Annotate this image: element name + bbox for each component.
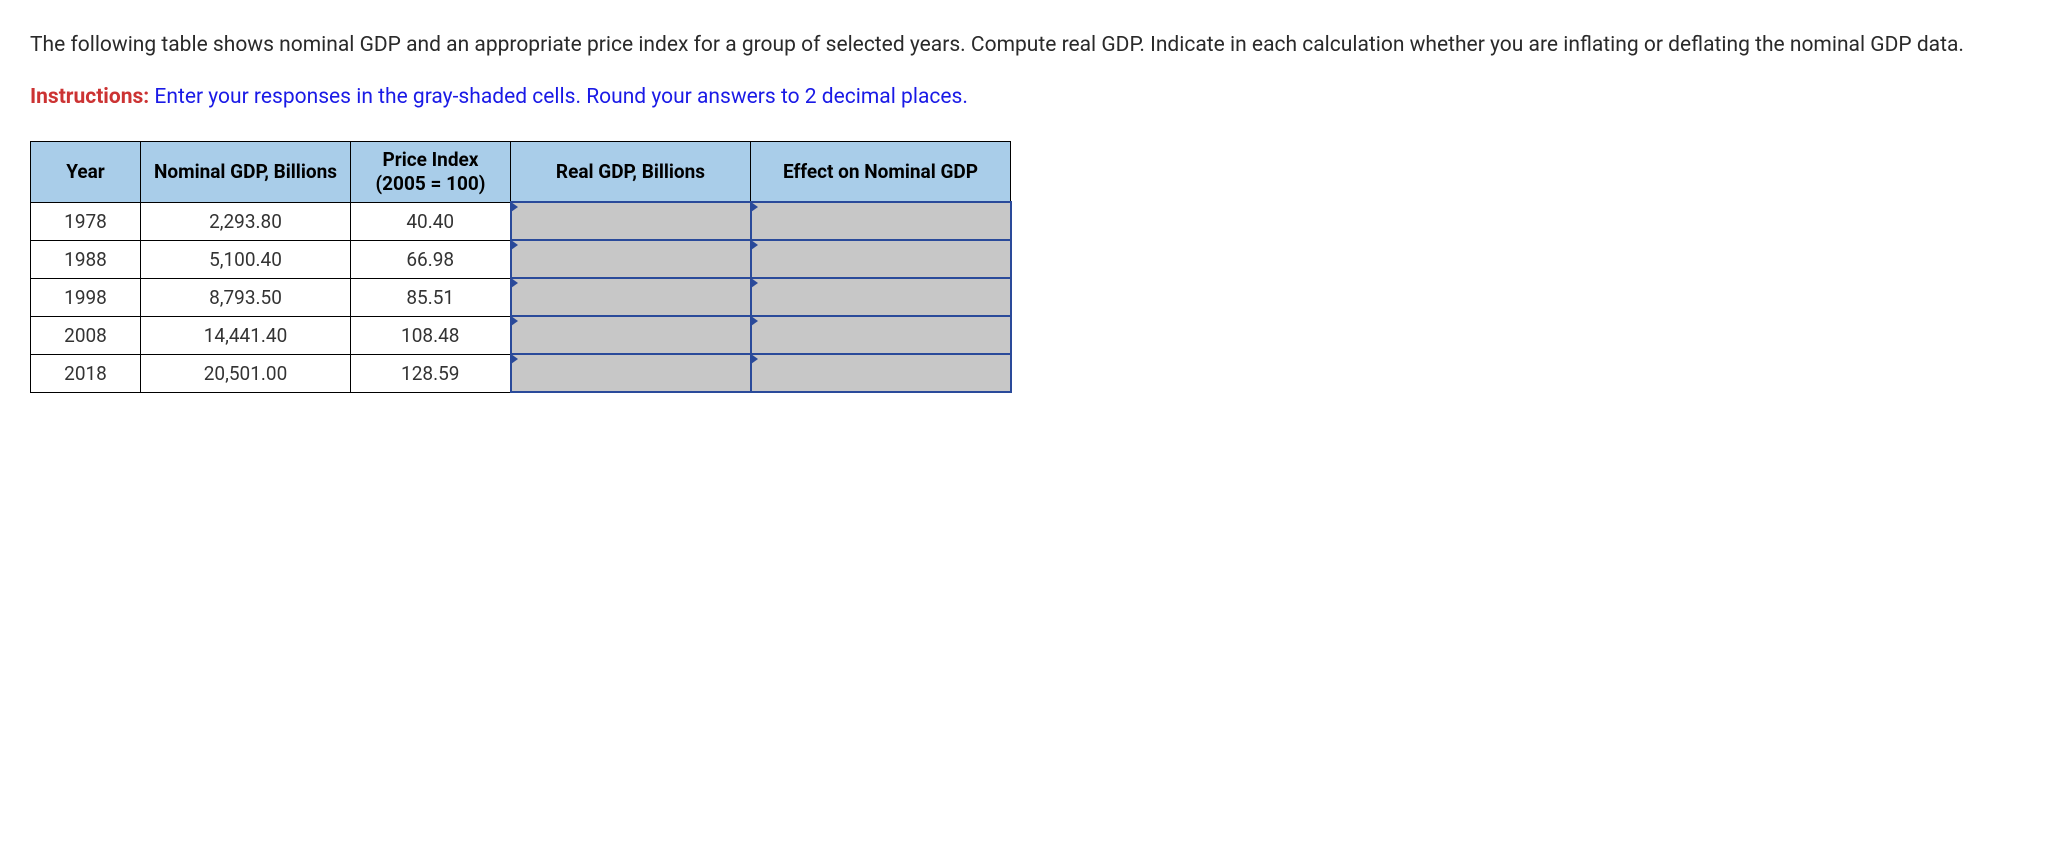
cell-year: 2008 [31,316,141,354]
real-gdp-input[interactable] [512,317,750,353]
real-gdp-input[interactable] [512,241,750,277]
cell-year: 1998 [31,278,141,316]
cell-nominal: 5,100.40 [141,240,351,278]
cell-real-gdp [511,354,751,392]
cell-price-index: 66.98 [351,240,511,278]
instructions-label: Instructions: [30,85,149,109]
table-row: 1988 5,100.40 66.98 [31,240,1011,278]
cell-effect [751,278,1011,316]
cell-price-index: 108.48 [351,316,511,354]
cell-price-index: 128.59 [351,354,511,392]
header-effect: Effect on Nominal GDP [751,142,1011,203]
header-year: Year [31,142,141,203]
cell-effect [751,316,1011,354]
cell-real-gdp [511,202,751,240]
effect-input[interactable] [752,279,1010,315]
table-row: 1998 8,793.50 85.51 [31,278,1011,316]
table-row: 1978 2,293.80 40.40 [31,202,1011,240]
real-gdp-input[interactable] [512,279,750,315]
real-gdp-input[interactable] [512,355,750,391]
cell-effect [751,354,1011,392]
header-price-index: Price Index (2005 = 100) [351,142,511,203]
cell-real-gdp [511,278,751,316]
effect-input[interactable] [752,203,1010,239]
cell-nominal: 14,441.40 [141,316,351,354]
table-row: 2008 14,441.40 108.48 [31,316,1011,354]
instructions-line: Instructions: Enter your responses in th… [30,82,2034,114]
cell-effect [751,202,1011,240]
header-real-gdp: Real GDP, Billions [511,142,751,203]
instructions-text: Enter your responses in the gray-shaded … [149,85,968,109]
cell-year: 1978 [31,202,141,240]
effect-input[interactable] [752,241,1010,277]
effect-input[interactable] [752,317,1010,353]
cell-year: 1988 [31,240,141,278]
cell-nominal: 20,501.00 [141,354,351,392]
table-row: 2018 20,501.00 128.59 [31,354,1011,392]
table-header-row: Year Nominal GDP, Billions Price Index (… [31,142,1011,203]
gdp-table: Year Nominal GDP, Billions Price Index (… [30,141,1012,393]
cell-real-gdp [511,240,751,278]
cell-nominal: 8,793.50 [141,278,351,316]
problem-intro: The following table shows nominal GDP an… [30,30,2034,62]
cell-price-index: 85.51 [351,278,511,316]
cell-year: 2018 [31,354,141,392]
cell-effect [751,240,1011,278]
header-nominal: Nominal GDP, Billions [141,142,351,203]
effect-input[interactable] [752,355,1010,391]
real-gdp-input[interactable] [512,203,750,239]
cell-price-index: 40.40 [351,202,511,240]
cell-nominal: 2,293.80 [141,202,351,240]
cell-real-gdp [511,316,751,354]
